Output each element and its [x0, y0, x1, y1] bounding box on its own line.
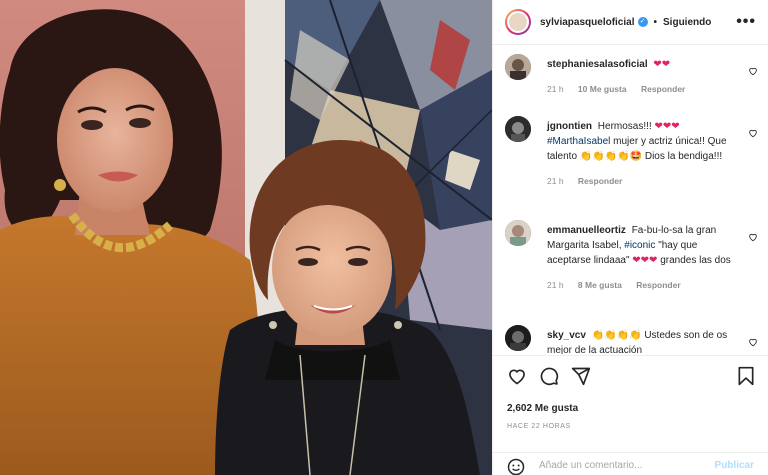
author-username[interactable]: sylviapasqueloficial — [540, 17, 635, 28]
comment-time[interactable]: 21 h — [547, 280, 564, 290]
action-icons — [507, 366, 756, 388]
reply-button[interactable]: Responder — [578, 176, 622, 186]
comment-text: Hermosas!!! — [597, 121, 652, 132]
heart-icon[interactable] — [507, 366, 527, 386]
comment-emoji: ❤❤❤ — [654, 121, 680, 132]
author-avatar[interactable] — [505, 9, 531, 35]
comment-emoji: 👏👏👏👏 — [591, 330, 642, 341]
post-timestamp[interactable]: HACE 22 HORAS — [507, 423, 571, 430]
comment-meta: 21 h Responder — [547, 174, 740, 189]
comment-emoji: 👏👏👏👏🤩 — [579, 151, 643, 162]
comment-meta: 21 h 10 Me gusta Responder — [547, 82, 740, 97]
comment-username[interactable]: stephaniesalasoficial — [547, 59, 648, 70]
verified-icon: ✓ — [637, 17, 648, 27]
comment-avatar[interactable] — [505, 54, 531, 80]
comment-likes[interactable]: 8 Me gusta — [578, 280, 622, 290]
comment-like-icon[interactable] — [748, 232, 758, 242]
publish-button[interactable]: Publicar — [715, 460, 754, 471]
comment-text: grandes las dos — [660, 255, 731, 266]
comment-emoji: ❤❤❤ — [632, 255, 658, 266]
reply-button[interactable]: Responder — [636, 280, 680, 290]
comment-username[interactable]: jgnontien — [547, 121, 592, 132]
more-icon[interactable]: ••• — [736, 13, 756, 31]
separator: • — [653, 16, 658, 28]
comment-emoji: ❤❤ — [653, 59, 671, 70]
post-image — [0, 0, 492, 475]
post-sidebar: sylviapasqueloficial ✓ • Siguiendo ••• s… — [492, 0, 768, 475]
comment-text: Dios la bendiga!!! — [644, 151, 723, 162]
comment-avatar[interactable] — [505, 220, 531, 246]
comment-time[interactable]: 21 h — [547, 84, 564, 94]
comment-username[interactable]: emmanuelleortiz — [547, 225, 626, 236]
post-header: sylviapasqueloficial ✓ • Siguiendo ••• — [493, 0, 768, 45]
comment-username[interactable]: sky_vcv — [547, 330, 586, 341]
hashtag-link[interactable]: #MarthaIsabel — [547, 136, 610, 147]
comment-input[interactable]: Añade un comentario... — [539, 460, 642, 471]
following-button[interactable]: Siguiendo — [663, 17, 711, 28]
comment-composer: Añade un comentario... Publicar — [493, 452, 768, 475]
likes-count[interactable]: 2,602 Me gusta — [507, 403, 578, 414]
post-actions: 2,602 Me gusta HACE 22 HORAS — [493, 355, 768, 450]
comment-like-icon[interactable] — [748, 66, 758, 76]
comment-icon[interactable] — [539, 366, 559, 386]
comment-time[interactable]: 21 h — [547, 176, 564, 186]
comment-avatar[interactable] — [505, 325, 531, 351]
comments-list[interactable]: stephaniesalasoficial ❤❤ 21 h 10 Me gust… — [493, 46, 768, 354]
comment-likes[interactable]: 10 Me gusta — [578, 84, 627, 94]
comment-like-icon[interactable] — [748, 337, 758, 347]
hashtag-link[interactable]: #iconic — [624, 240, 655, 251]
reply-button[interactable]: Responder — [641, 84, 685, 94]
comment-like-icon[interactable] — [748, 128, 758, 138]
share-icon[interactable] — [571, 366, 591, 386]
bookmark-icon[interactable] — [736, 366, 756, 386]
smile-icon[interactable] — [507, 458, 525, 475]
comment-avatar[interactable] — [505, 116, 531, 142]
post-photo[interactable] — [0, 0, 492, 475]
comment-meta: 21 h 8 Me gusta Responder — [547, 278, 740, 293]
